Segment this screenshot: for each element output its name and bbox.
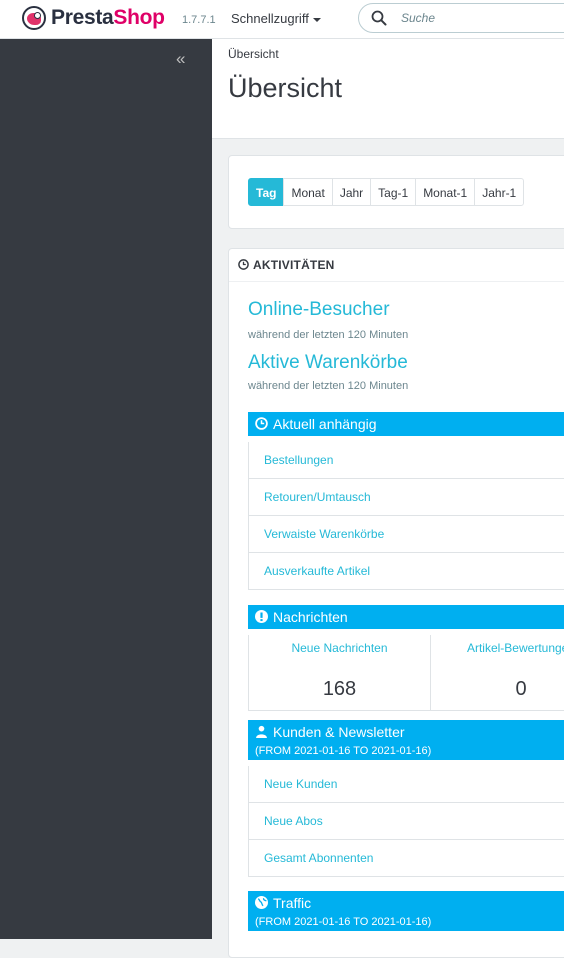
pending-title: Aktuell anhängig [273,416,377,432]
activity-panel-header: AKTIVITÄTEN [229,249,564,282]
list-item[interactable]: Bestellungen [249,442,564,479]
range-prev-month-button[interactable]: Monat-1 [415,178,476,206]
range-year-button[interactable]: Jahr [331,178,372,206]
caret-down-icon [312,17,321,22]
activity-title: AKTIVITÄTEN [253,258,335,272]
quick-access-dropdown[interactable]: Schnellzugriff [231,11,321,26]
user-icon [256,725,267,738]
online-visitors-link[interactable]: Online-Besucher [248,299,390,321]
brand-presta: Presta [51,6,114,29]
customers-title: Kunden & Newsletter [273,724,405,740]
search-input[interactable] [401,9,564,27]
traffic-title: Traffic [273,895,312,911]
active-carts-subtitle: während der letzten 120 Minuten [248,380,409,392]
search-box[interactable] [358,3,564,33]
list-item[interactable]: Neue Kunden [249,766,564,803]
top-header: PrestaShop 1.7.7.1 Schnellzugriff [0,0,564,39]
new-messages-value: 168 [322,678,357,700]
messages-section-header: Nachrichten [248,605,564,629]
out-of-stock-link[interactable]: Ausverkaufte Artikel [264,564,370,578]
clock-icon [255,417,268,430]
messages-row: Neue Nachrichten 168 Artikel-Bewertungen… [248,635,564,711]
brand-shop: Shop [113,6,165,29]
new-subscriptions-link[interactable]: Neue Abos [264,814,323,828]
calendar-panel: Tag Monat Jahr Tag-1 Monat-1 Jahr-1 [228,155,564,229]
quick-access-label: Schnellzugriff [231,11,309,26]
customers-list: Neue Kunden Neue Abos Gesamt Abonnenten [248,766,564,877]
online-visitors-subtitle: während der letzten 120 Minuten [248,329,409,341]
traffic-date-range: (FROM 2021-01-16 TO 2021-01-16) [255,916,432,928]
customers-date-range: (FROM 2021-01-16 TO 2021-01-16) [255,745,432,757]
page-header: Übersicht Übersicht [212,39,564,139]
list-item[interactable]: Neue Abos [249,803,564,840]
new-customers-link[interactable]: Neue Kunden [264,777,337,791]
list-item[interactable]: Gesamt Abonnenten [249,840,564,877]
new-messages-cell[interactable]: Neue Nachrichten 168 [249,635,431,710]
search-icon[interactable] [371,10,387,26]
sidebar: « [0,39,212,939]
pending-section-header: Aktuell anhängig [248,412,564,436]
globe-icon [255,896,268,909]
version-label: 1.7.7.1 [182,14,216,26]
range-month-button[interactable]: Monat [283,178,333,206]
prestashop-logo-icon[interactable] [22,6,46,30]
new-messages-label[interactable]: Neue Nachrichten [249,641,430,655]
product-reviews-label[interactable]: Artikel-Bewertungen [431,641,564,655]
activity-panel: AKTIVITÄTEN Online-Besucher während der … [228,248,564,958]
customers-section-header: Kunden & Newsletter (FROM 2021-01-16 TO … [248,720,564,760]
active-carts-link[interactable]: Aktive Warenkörbe [248,352,408,374]
page-title: Übersicht [228,73,343,103]
pending-returns-link[interactable]: Retouren/Umtausch [264,490,371,504]
messages-title: Nachrichten [273,609,348,625]
range-prev-day-button[interactable]: Tag-1 [370,178,417,206]
range-prev-year-button[interactable]: Jahr-1 [474,178,525,206]
date-range-button-group: Tag Monat Jahr Tag-1 Monat-1 Jahr-1 [248,178,525,206]
range-day-button[interactable]: Tag [248,178,285,206]
list-item[interactable]: Ausverkaufte Artikel [249,553,564,590]
traffic-section-header: Traffic (FROM 2021-01-16 TO 2021-01-16) [248,891,564,931]
product-reviews-cell[interactable]: Artikel-Bewertungen 0 [431,635,564,710]
abandoned-carts-link[interactable]: Verwaiste Warenkörbe [264,527,384,541]
exclamation-circle-icon [255,610,268,623]
total-subscribers-link[interactable]: Gesamt Abonnenten [264,851,373,865]
breadcrumb[interactable]: Übersicht [228,47,279,61]
collapse-sidebar-icon[interactable]: « [176,50,185,67]
list-item[interactable]: Retouren/Umtausch [249,479,564,516]
clock-icon [238,259,249,270]
pending-orders-link[interactable]: Bestellungen [264,453,333,467]
brand-name[interactable]: PrestaShop [51,6,165,30]
product-reviews-value: 0 [515,678,527,700]
pending-list: Bestellungen Retouren/Umtausch Verwaiste… [248,442,564,590]
list-item[interactable]: Verwaiste Warenkörbe [249,516,564,553]
